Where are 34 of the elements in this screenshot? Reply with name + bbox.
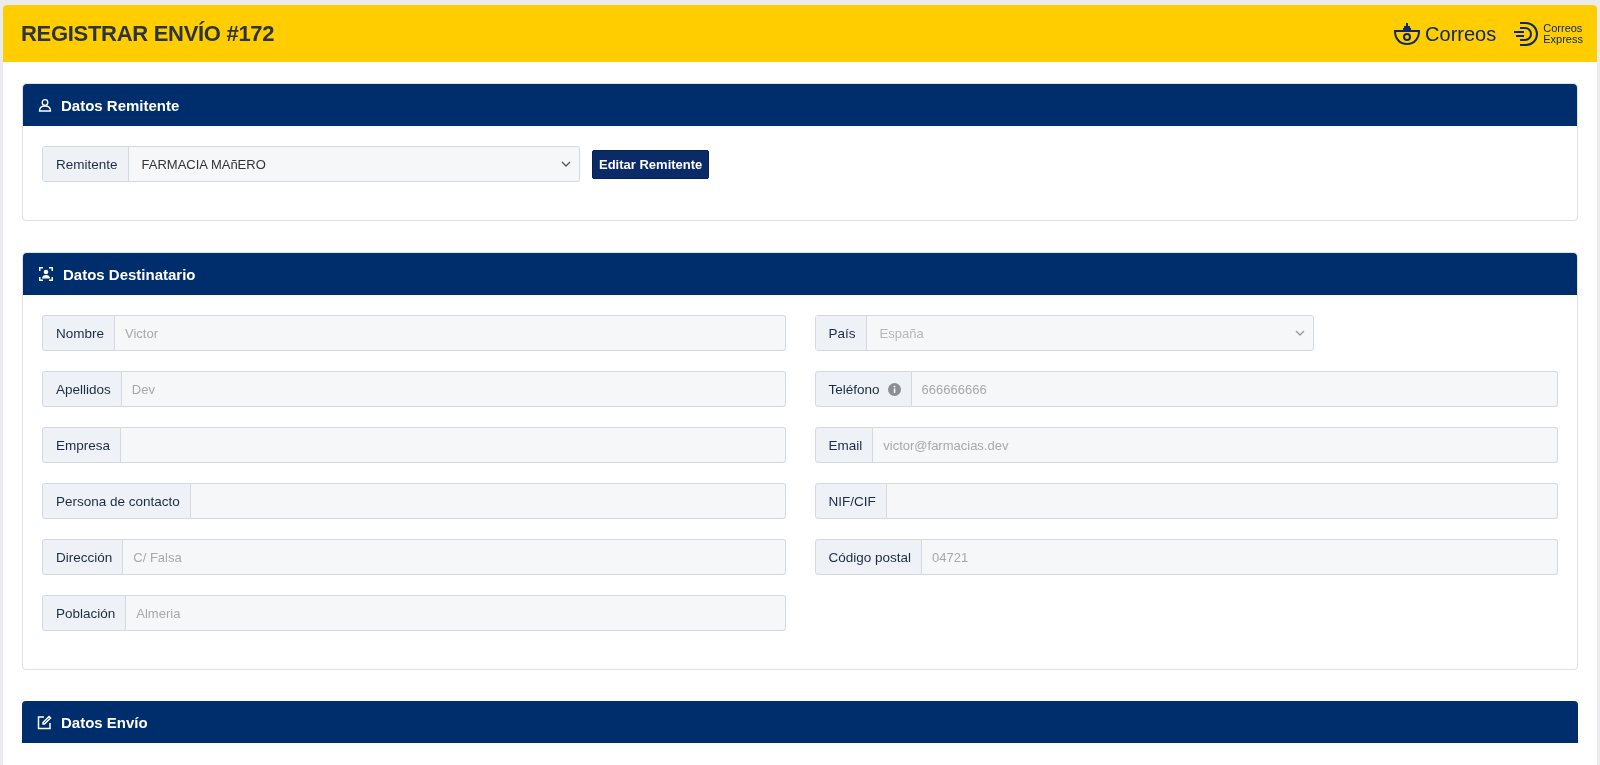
field-label: Dirección [42, 539, 124, 575]
text-field[interactable] [121, 427, 786, 463]
page-title: REGISTRAR ENVÍO #172 [21, 20, 275, 47]
edit-sender-button[interactable]: Editar Remitente [592, 149, 710, 179]
field-label: Persona de contacto [42, 483, 191, 519]
speed-arcs-icon [1512, 20, 1541, 47]
section-title: Datos Envío [61, 713, 148, 731]
logo-text: Correos Express [1543, 22, 1583, 45]
section-title: Datos Destinatario [63, 265, 196, 283]
sender-select[interactable]: Remitente FARMACIA MAñERO [42, 146, 580, 182]
edit-icon [37, 714, 52, 730]
text-field[interactable]: C/ Falsa [123, 539, 786, 575]
text-field[interactable]: 666666666 [911, 371, 1558, 407]
field-label: Apellidos [42, 371, 122, 407]
contact-icon [38, 266, 54, 282]
chevron-down-icon [1294, 330, 1305, 336]
text-field[interactable]: Victor [115, 315, 786, 351]
text-field[interactable]: 04721 [922, 539, 1558, 575]
section-title: Datos Remitente [61, 96, 180, 114]
text-field[interactable] [886, 483, 1558, 519]
user-icon [38, 98, 52, 112]
logo-text: Correos [1425, 23, 1497, 44]
text-field[interactable]: Dev [121, 371, 786, 407]
field-label: NIF/CIF [814, 483, 887, 519]
field-label: Teléfono [814, 371, 912, 407]
text-field[interactable]: victor@farmacias.dev [873, 427, 1558, 463]
field-label: Email [814, 427, 874, 463]
chevron-down-icon [561, 161, 571, 167]
field-label: Empresa [42, 427, 122, 463]
text-field[interactable] [190, 483, 786, 519]
field-label: Población [42, 595, 127, 631]
field-label: Nombre [42, 315, 115, 351]
field-label: Código postal [814, 539, 923, 575]
text-field[interactable]: Almeria [126, 595, 786, 631]
